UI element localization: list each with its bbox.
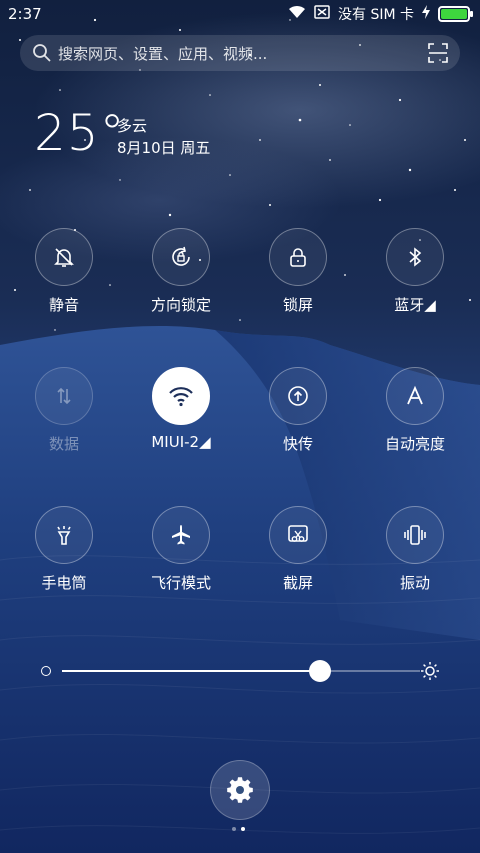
no-sim-icon (314, 5, 330, 23)
tile-rotation-lock[interactable]: 方向锁定 (121, 228, 241, 328)
tile-rotation-lock-label: 方向锁定 (150, 296, 211, 314)
tile-rotation-lock-button[interactable] (152, 228, 210, 286)
search-placeholder: 搜索网页、设置、应用、视频... (58, 45, 268, 63)
search-icon (33, 44, 51, 62)
bluetooth-icon (409, 247, 422, 267)
vibrate-icon (404, 525, 426, 545)
flashlight-icon (57, 526, 71, 545)
clock: 2:37 (8, 5, 42, 23)
tile-silent[interactable]: 静音 (4, 228, 124, 328)
tile-lock-screen-button[interactable] (269, 228, 327, 286)
carrier-text: 没有 SIM 卡 (338, 7, 414, 23)
tile-silent-label: 静音 (48, 296, 79, 314)
tile-screenshot-label: 截屏 (282, 574, 313, 592)
tile-vibrate-label: 振动 (399, 574, 430, 592)
tile-quick-share-button[interactable] (269, 367, 327, 425)
tile-quick-share-label: 快传 (282, 435, 313, 453)
tile-airplane-mode-label: 飞行模式 (150, 574, 211, 592)
wifi-signal-icon (288, 5, 306, 23)
tile-silent-button[interactable] (35, 228, 93, 286)
tile-flashlight-label: 手电筒 (41, 574, 87, 592)
auto-brightness-icon (407, 385, 423, 405)
tile-auto-brightness-button[interactable] (386, 367, 444, 425)
tile-bluetooth-button[interactable] (386, 228, 444, 286)
tile-screenshot[interactable]: 截屏 (238, 506, 358, 606)
lock-icon (290, 248, 306, 267)
wifi-icon (169, 387, 193, 407)
page-dot-1 (232, 827, 236, 831)
page-dot-2 (241, 827, 245, 831)
tile-mobile-data-label: 数据 (48, 435, 79, 453)
brightness-high-icon (421, 662, 439, 680)
tile-vibrate[interactable]: 振动 (355, 506, 475, 606)
date: 8月10日 周五 (117, 139, 211, 157)
tile-wifi-label: MIUI-2◢ (151, 433, 211, 451)
tile-bluetooth[interactable]: 蓝牙◢ (355, 228, 475, 328)
tile-wifi-button[interactable] (152, 367, 210, 425)
share-upload-icon (288, 386, 308, 406)
tile-mobile-data[interactable]: 数据 (4, 367, 124, 467)
tile-vibrate-button[interactable] (386, 506, 444, 564)
brightness-fill (62, 670, 320, 672)
gear-icon (227, 777, 253, 803)
weather-condition: 多云 (117, 117, 148, 135)
page-indicator (232, 827, 252, 833)
tile-mobile-data-button[interactable] (35, 367, 93, 425)
tile-bluetooth-label: 蓝牙◢ (394, 296, 436, 314)
bell-off-icon (54, 248, 74, 267)
mobile-data-icon (57, 387, 71, 405)
charging-icon (422, 5, 430, 23)
status-bar: 2:37 没有 SIM 卡 (0, 0, 480, 30)
screenshot-icon (288, 525, 308, 542)
tile-flashlight-button[interactable] (35, 506, 93, 564)
rotation-lock-icon (172, 246, 190, 266)
tile-auto-brightness-label: 自动亮度 (384, 435, 445, 453)
tile-lock-screen[interactable]: 锁屏 (238, 228, 358, 328)
brightness-thumb[interactable] (308, 660, 331, 682)
tile-auto-brightness[interactable]: 自动亮度 (355, 367, 475, 467)
tile-screenshot-button[interactable] (269, 506, 327, 564)
settings-button[interactable] (210, 760, 270, 820)
brightness-slider[interactable] (0, 650, 480, 690)
tile-flashlight[interactable]: 手电筒 (4, 506, 124, 606)
tile-quick-share[interactable]: 快传 (238, 367, 358, 467)
scan-icon[interactable] (428, 43, 448, 63)
airplane-icon (172, 525, 190, 545)
search-bar[interactable]: 搜索网页、设置、应用、视频... (20, 35, 460, 71)
tile-wifi[interactable]: MIUI-2◢ (121, 367, 241, 467)
battery-fill (441, 9, 467, 19)
tile-airplane-mode-button[interactable] (152, 506, 210, 564)
temperature: 25° (34, 104, 126, 162)
battery-icon (438, 6, 473, 22)
tile-airplane-mode[interactable]: 飞行模式 (121, 506, 241, 606)
tile-lock-screen-label: 锁屏 (282, 296, 313, 314)
brightness-low-icon (41, 666, 51, 676)
